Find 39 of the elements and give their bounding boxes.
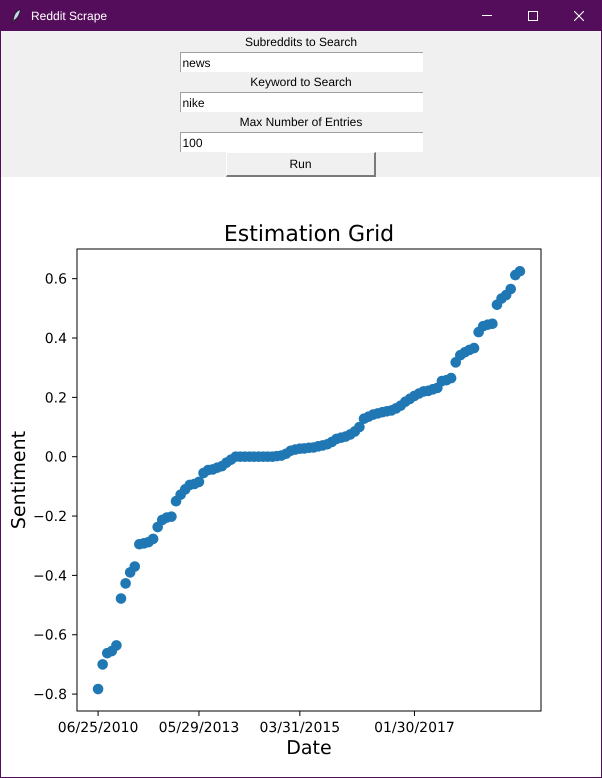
tick-label: −0.8: [33, 687, 67, 704]
field-label: Keyword to Search: [250, 74, 352, 91]
tick-label: 0.6: [44, 272, 67, 288]
run-button[interactable]: Run: [226, 152, 376, 177]
chart-title: Estimation Grid: [224, 222, 394, 247]
text-input[interactable]: news: [180, 52, 422, 72]
tick-label: −0.2: [33, 509, 67, 526]
tick-label: 03/31/2015: [259, 720, 340, 736]
tick-mark: [72, 396, 78, 398]
tick-label: −0.6: [33, 628, 67, 644]
tick-label: 0.4: [44, 331, 67, 348]
tick-label: −0.4: [33, 568, 67, 584]
tick-mark: [72, 516, 78, 517]
tick-label: 06/25/2010: [58, 720, 138, 736]
tick-mark: [198, 710, 200, 716]
tick-mark: [98, 710, 99, 716]
tick-mark: [72, 278, 78, 280]
tick-label: 0.2: [44, 390, 67, 406]
close-icon: [574, 10, 584, 20]
field-label: Max Number of Entries: [240, 114, 362, 131]
text-input[interactable]: nike: [180, 92, 422, 112]
window-title: Reddit Scrape: [31, 8, 108, 24]
axis-label: Date: [286, 737, 332, 759]
tick-mark: [72, 694, 78, 695]
tick-mark: [299, 710, 300, 716]
field-label: Subreddits to Search: [244, 34, 358, 51]
tick-label: 01/30/2017: [374, 720, 455, 736]
text-input[interactable]: 100: [180, 132, 422, 152]
tick-mark: [72, 574, 78, 576]
axis-label: Sentiment: [8, 430, 30, 530]
feather-icon: [12, 8, 21, 22]
minimize-icon: [482, 15, 492, 16]
tick-label: 05/29/2013: [158, 720, 240, 736]
tick-mark: [72, 634, 78, 636]
tick-label: 0.0: [44, 450, 67, 466]
tick-mark: [72, 338, 78, 339]
maximize-icon: [528, 10, 538, 20]
tick-mark: [414, 710, 415, 716]
tick-mark: [72, 456, 78, 458]
